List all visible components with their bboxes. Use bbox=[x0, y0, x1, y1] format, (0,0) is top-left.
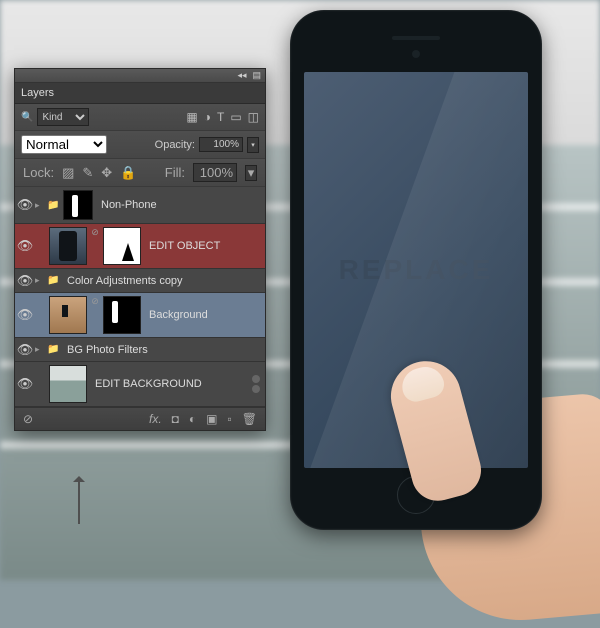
new-group-icon[interactable]: ▣ bbox=[206, 412, 217, 426]
visibility-toggle[interactable]: 👁 bbox=[15, 342, 35, 358]
filter-kind-select[interactable]: Kind bbox=[37, 108, 89, 126]
lock-label: Lock: bbox=[23, 165, 54, 180]
filter-shape-icon[interactable]: ▭ bbox=[230, 110, 241, 124]
filter-pixel-icon[interactable]: ▦ bbox=[186, 110, 197, 124]
mask-link-icon[interactable]: ⊘ bbox=[91, 296, 99, 334]
filter-type-icon[interactable]: T bbox=[217, 110, 224, 124]
folder-icon: 📁 bbox=[47, 200, 61, 211]
phone-mockup: Replace bbox=[280, 10, 560, 560]
layer-mask-thumb[interactable] bbox=[63, 190, 93, 220]
layers-list: 👁 ▸ 📁 Non-Phone 👁 ▸ ⊘ EDIT OBJECT 👁 ▸ 📁 … bbox=[15, 187, 265, 407]
fill-label: Fill: bbox=[165, 165, 185, 180]
annotation-arrow bbox=[78, 480, 80, 524]
collapse-icon[interactable]: ◂◂ bbox=[237, 70, 246, 81]
visibility-toggle[interactable]: 👁 bbox=[15, 307, 35, 323]
layer-edit-background[interactable]: 👁 ▸ EDIT BACKGROUND bbox=[15, 362, 265, 407]
new-layer-icon[interactable]: ▫ bbox=[228, 412, 232, 426]
visibility-toggle[interactable]: 👁 bbox=[15, 273, 35, 289]
layer-name[interactable]: EDIT BACKGROUND bbox=[89, 378, 252, 390]
layer-mask-thumb[interactable] bbox=[103, 227, 141, 265]
link-layers-icon[interactable]: ⊘ bbox=[23, 412, 33, 426]
phone-screen: Replace bbox=[304, 72, 528, 468]
layer-thumb[interactable] bbox=[49, 227, 87, 265]
panel-tab-bar: Layers bbox=[15, 83, 265, 104]
layer-mask-thumb[interactable] bbox=[103, 296, 141, 334]
fill-dropdown-icon[interactable]: ▾ bbox=[245, 165, 257, 181]
tab-layers[interactable]: Layers bbox=[21, 87, 54, 99]
folder-icon: 📁 bbox=[47, 344, 61, 355]
blend-row: Normal Opacity: 100% ▾ bbox=[15, 131, 265, 159]
layer-thumb[interactable] bbox=[49, 365, 87, 403]
layer-name[interactable]: Non-Phone bbox=[95, 199, 265, 211]
layer-background-group[interactable]: 👁 ▸ ⊘ Background bbox=[15, 293, 265, 338]
layer-thumb[interactable] bbox=[49, 296, 87, 334]
fill-value[interactable]: 100% bbox=[193, 163, 237, 182]
layer-color-adjustments[interactable]: 👁 ▸ 📁 Color Adjustments copy bbox=[15, 269, 265, 293]
lock-transparency-icon[interactable]: ▨ bbox=[62, 165, 74, 181]
filter-type-icons: ▦ ◑ T ▭ ◫ bbox=[186, 110, 259, 124]
disclosure-icon[interactable]: ▸ bbox=[35, 344, 47, 355]
add-mask-icon[interactable]: ◘ bbox=[172, 412, 179, 426]
layer-name[interactable]: EDIT OBJECT bbox=[143, 240, 265, 252]
blend-mode-select[interactable]: Normal bbox=[21, 135, 107, 154]
layers-panel: ◂◂ ▤ Layers 🔍 Kind ▦ ◑ T ▭ ◫ Normal Opac… bbox=[14, 68, 266, 431]
adjustment-layer-icon[interactable]: ◐ bbox=[189, 412, 196, 426]
disclosure-icon[interactable]: ▸ bbox=[35, 275, 47, 286]
visibility-toggle[interactable]: 👁 bbox=[15, 376, 35, 392]
layer-name[interactable]: BG Photo Filters bbox=[61, 344, 265, 356]
filter-row: 🔍 Kind ▦ ◑ T ▭ ◫ bbox=[15, 104, 265, 131]
layer-bg-filters[interactable]: 👁 ▸ 📁 BG Photo Filters bbox=[15, 338, 265, 362]
delete-layer-icon[interactable]: 🗑 bbox=[242, 412, 257, 426]
fx-icon[interactable]: fx. bbox=[149, 412, 162, 426]
lock-brush-icon[interactable]: ✎ bbox=[82, 165, 93, 181]
visibility-toggle[interactable]: 👁 bbox=[15, 238, 35, 254]
smart-filter-toggle[interactable] bbox=[252, 375, 262, 393]
mask-link-icon[interactable]: ⊘ bbox=[91, 227, 99, 265]
layer-name[interactable]: Background bbox=[143, 309, 265, 321]
lock-row: Lock: ▨ ✎ ✥ 🔒 Fill: 100% ▾ bbox=[15, 159, 265, 187]
panel-menu-icon[interactable]: ▤ bbox=[252, 70, 261, 81]
phone-body: Replace bbox=[290, 10, 542, 530]
screen-placeholder-text: Replace bbox=[339, 254, 494, 286]
layer-non-phone[interactable]: 👁 ▸ 📁 Non-Phone bbox=[15, 187, 265, 224]
layer-edit-object[interactable]: 👁 ▸ ⊘ EDIT OBJECT bbox=[15, 224, 265, 269]
lock-all-icon[interactable]: 🔒 bbox=[120, 165, 136, 181]
layer-name[interactable]: Color Adjustments copy bbox=[61, 275, 265, 287]
opacity-value[interactable]: 100% bbox=[199, 137, 243, 152]
opacity-label: Opacity: bbox=[155, 139, 195, 151]
filter-smart-icon[interactable]: ◫ bbox=[248, 110, 259, 124]
visibility-toggle[interactable]: 👁 bbox=[15, 197, 35, 213]
panel-footer: ⊘ fx. ◘ ◐ ▣ ▫ 🗑 bbox=[15, 407, 265, 430]
folder-icon: 📁 bbox=[47, 275, 61, 286]
panel-header: ◂◂ ▤ bbox=[15, 69, 265, 83]
lock-position-icon[interactable]: ✥ bbox=[101, 165, 112, 181]
search-icon[interactable]: 🔍 bbox=[21, 112, 33, 123]
filter-adjust-icon[interactable]: ◑ bbox=[204, 110, 211, 124]
opacity-dropdown-icon[interactable]: ▾ bbox=[247, 137, 259, 153]
home-button bbox=[397, 476, 435, 514]
disclosure-icon[interactable]: ▸ bbox=[35, 200, 47, 211]
